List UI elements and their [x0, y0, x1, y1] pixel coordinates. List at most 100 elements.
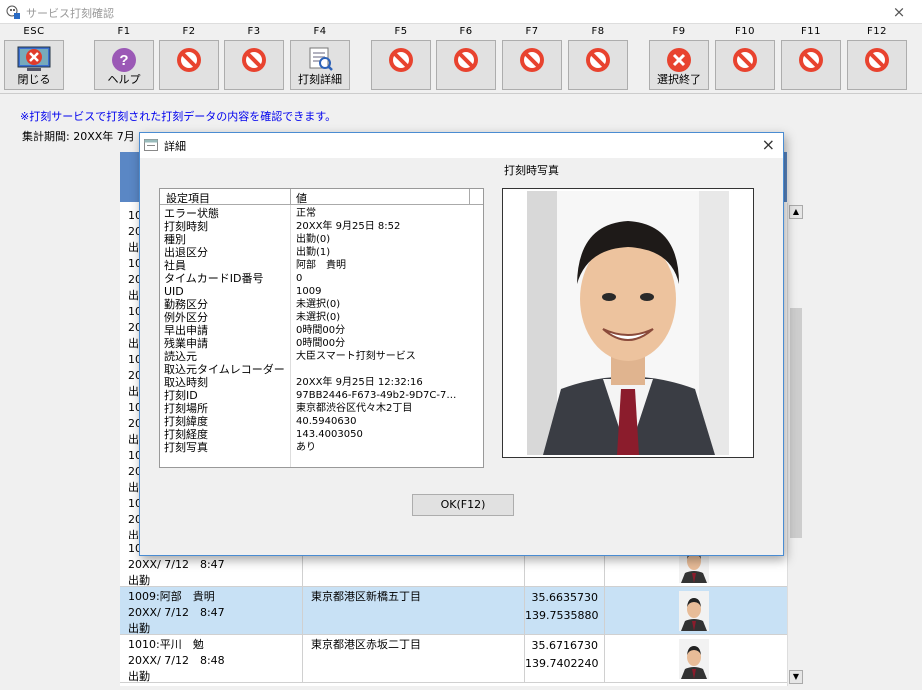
property-key: 打刻時刻	[164, 220, 208, 233]
fkey-button-f4[interactable]: 打刻詳細	[290, 40, 350, 90]
property-row[interactable]: 打刻時刻 20XX年 9月25日 8:52	[160, 220, 483, 233]
employee-cell: 1010:平川 勉 20XX/ 7/12 8:48 出勤	[128, 637, 300, 685]
property-value: 出勤(0)	[296, 234, 331, 245]
person-thumbnail-icon	[679, 639, 709, 679]
scroll-down-arrow-icon[interactable]: ▼	[789, 670, 803, 684]
fkey-button-esc[interactable]: 閉じる	[4, 40, 64, 90]
fkey-label: F1	[117, 26, 131, 37]
fkey-button-f6[interactable]	[436, 40, 496, 90]
fkey-label: F8	[591, 26, 605, 37]
fkey-f7[interactable]: F7	[502, 24, 562, 90]
place-cell: 東京都港区新橋五丁目	[302, 587, 524, 635]
property-list[interactable]: 設定項目 値 エラー状態 正常 打刻時刻 20XX年 9月25日 8:52 種別 出勤(0…	[159, 188, 484, 468]
property-value: 20XX年 9月25日 12:32:16	[296, 377, 423, 388]
property-row[interactable]: 取込時刻 20XX年 9月25日 12:32:16	[160, 376, 483, 389]
fkey-f3[interactable]: F3	[224, 24, 284, 90]
property-row[interactable]: 例外区分 未選択(0)	[160, 311, 483, 324]
disabled-icon	[387, 41, 415, 77]
fkey-f1[interactable]: F1 ? ヘルプ	[94, 24, 154, 90]
fkey-esc[interactable]: ESC 閉じる	[4, 24, 64, 90]
property-value: 未選択(0)	[296, 299, 341, 310]
property-value: 阿部 貴明	[296, 260, 346, 271]
table-row[interactable]: 1010:平川 勉 20XX/ 7/12 8:48 出勤 東京都港区赤坂二丁目 35.6…	[120, 635, 787, 683]
title-bar: サービス打刻確認 ×	[0, 0, 922, 24]
header-setting-item[interactable]: 設定項目	[166, 190, 210, 206]
fkey-f10[interactable]: F10	[715, 24, 775, 90]
fkey-f2[interactable]: F2	[159, 24, 219, 90]
place-cell: 東京都港区赤坂二丁目	[302, 635, 524, 683]
property-row[interactable]: 種別 出勤(0)	[160, 233, 483, 246]
property-row[interactable]: UID 1009	[160, 285, 483, 298]
property-row[interactable]: 社員 阿部 貴明	[160, 259, 483, 272]
property-key: 残業申請	[164, 337, 208, 350]
property-row[interactable]: 打刻緯度 40.5940630	[160, 415, 483, 428]
fkey-label: F4	[313, 26, 327, 37]
grid-vertical-scrollbar[interactable]: ▲ ▼	[787, 203, 803, 686]
scroll-thumb[interactable]	[790, 308, 802, 538]
property-key: 取込元タイムレコーダー	[164, 363, 285, 376]
window-close-button[interactable]: ×	[876, 0, 922, 24]
photo-label: 打刻時写真	[504, 164, 559, 177]
grid-stub-text: 出	[128, 433, 139, 446]
fkey-button-f1[interactable]: ? ヘルプ	[94, 40, 154, 90]
property-value: 0	[296, 273, 303, 284]
fkey-button-f11[interactable]	[781, 40, 841, 90]
fkey-label: F9	[672, 26, 686, 37]
fkey-button-f2[interactable]	[159, 40, 219, 90]
latitude: 35.6716730	[531, 639, 598, 652]
scroll-up-arrow-icon[interactable]: ▲	[789, 205, 803, 219]
fkey-f12[interactable]: F12	[847, 24, 907, 90]
disabled-icon	[518, 41, 546, 77]
property-key: エラー状態	[164, 207, 219, 220]
property-row[interactable]: 読込元 大臣スマート打刻サービス	[160, 350, 483, 363]
fkey-button-f10[interactable]	[715, 40, 775, 90]
fkey-button-f8[interactable]	[568, 40, 628, 90]
fkey-f4[interactable]: F4 打刻詳細	[290, 24, 350, 90]
property-row[interactable]: 打刻ID 97BB2446-F673-49b2-9D7C-7…	[160, 389, 483, 402]
fkey-label: F2	[182, 26, 196, 37]
property-row[interactable]: 取込元タイムレコーダー	[160, 363, 483, 376]
fkey-button-label: ヘルプ	[107, 73, 141, 86]
property-row[interactable]: 打刻場所 東京都渋谷区代々木2丁目	[160, 402, 483, 415]
property-row[interactable]: 早出申請 0時間00分	[160, 324, 483, 337]
fkey-button-f3[interactable]	[224, 40, 284, 90]
grid-stub-text: 出	[128, 289, 139, 302]
fkey-f9[interactable]: F9 選択終了	[649, 24, 709, 90]
fkey-f11[interactable]: F11	[781, 24, 841, 90]
fkey-f5[interactable]: F5	[371, 24, 431, 90]
property-value: 0時間00分	[296, 325, 346, 336]
grid-stub-text: 出	[128, 481, 139, 494]
fkey-button-f5[interactable]	[371, 40, 431, 90]
fkey-button-f9[interactable]: 選択終了	[649, 40, 709, 90]
property-value: 正常	[296, 208, 316, 219]
property-value: 0時間00分	[296, 338, 346, 349]
fkey-f8[interactable]: F8	[568, 24, 628, 90]
property-key: 取込時刻	[164, 376, 208, 389]
property-row[interactable]: エラー状態 正常	[160, 207, 483, 220]
header-value[interactable]: 値	[296, 190, 307, 206]
property-row[interactable]: 打刻経度 143.4003050	[160, 428, 483, 441]
employee-text: 1009:阿部 貴明	[128, 590, 215, 603]
property-value: 出勤(1)	[296, 247, 331, 258]
property-row[interactable]: タイムカードID番号 0	[160, 272, 483, 285]
ok-button[interactable]: OK(F12)	[412, 494, 514, 516]
property-row[interactable]: 残業申請 0時間00分	[160, 337, 483, 350]
app-icon	[6, 5, 20, 19]
dialog-close-button[interactable]: ×	[762, 135, 775, 154]
longitude: 139.7402240	[525, 657, 599, 670]
photo-cell	[604, 587, 787, 635]
fkey-f6[interactable]: F6	[436, 24, 496, 90]
fkey-button-f12[interactable]	[847, 40, 907, 90]
property-row[interactable]: 打刻写真 あり	[160, 441, 483, 454]
property-value: 東京都渋谷区代々木2丁目	[296, 403, 413, 414]
fkey-button-f7[interactable]	[502, 40, 562, 90]
fkey-label: F6	[459, 26, 473, 37]
disabled-icon	[731, 41, 759, 77]
grid-stub-text: 出	[128, 385, 139, 398]
property-row[interactable]: 出退区分 出勤(1)	[160, 246, 483, 259]
property-row[interactable]: 勤務区分 未選択(0)	[160, 298, 483, 311]
table-row[interactable]: 1009:阿部 貴明 20XX/ 7/12 8:47 出勤 東京都港区新橋五丁目 35.…	[120, 587, 787, 635]
disabled-icon	[797, 41, 825, 77]
fkey-label: F3	[247, 26, 261, 37]
property-key: UID	[164, 285, 184, 298]
